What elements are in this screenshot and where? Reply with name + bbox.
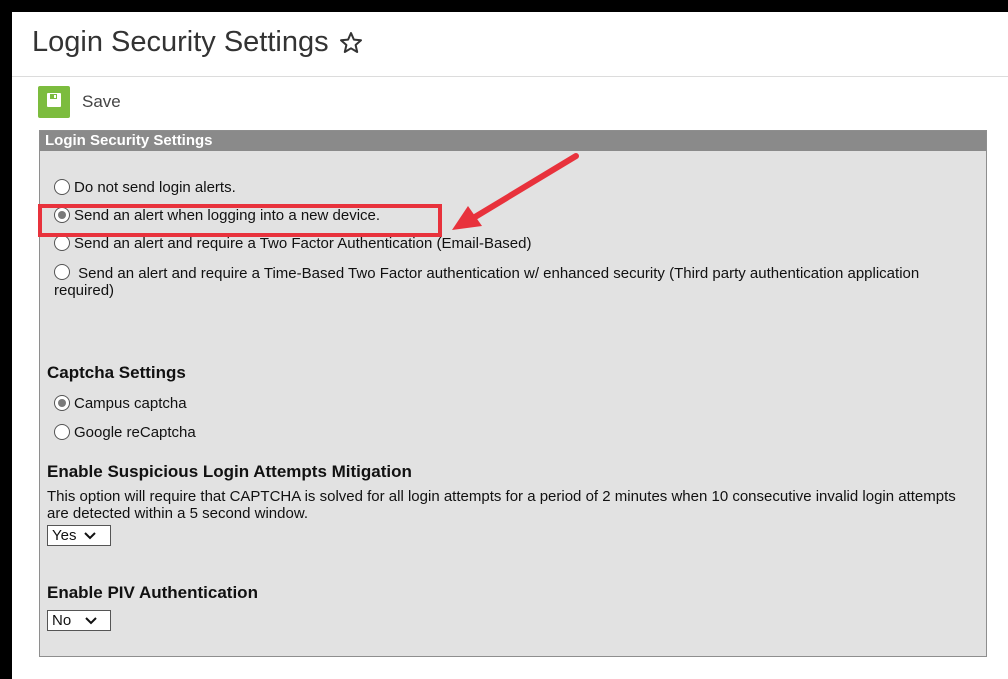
piv-authentication-title: Enable PIV Authentication (47, 583, 258, 602)
page-title-text: Login Security Settings (32, 26, 329, 58)
option-label: Send an alert and require a Two Factor A… (74, 235, 532, 252)
radio-button[interactable] (54, 264, 70, 280)
suspicious-login-select[interactable]: Yes (47, 525, 111, 546)
suspicious-login-description: This option will require that CAPTCHA is… (47, 488, 956, 522)
suspicious-login-title: Enable Suspicious Login Attempts Mitigat… (47, 462, 412, 481)
captcha-option-campus[interactable]: Campus captcha (54, 395, 187, 412)
alert-option-time-based-2fa[interactable]: Send an alert and require a Time-Based T… (54, 264, 974, 299)
panel-header: Login Security Settings (40, 131, 986, 151)
star-icon[interactable] (339, 31, 363, 55)
option-label: Do not send login alerts. (74, 179, 236, 196)
select-value: Yes (52, 527, 77, 544)
alert-option-none[interactable]: Do not send login alerts. (54, 179, 236, 196)
option-label: Google reCaptcha (74, 424, 196, 441)
option-label: Send an alert when logging into a new de… (74, 207, 381, 224)
alert-option-new-device[interactable]: Send an alert when logging into a new de… (54, 207, 380, 224)
option-label: Send an alert and require a Time-Based T… (54, 265, 920, 299)
chevron-down-icon (85, 616, 97, 625)
select-value: No (52, 612, 72, 629)
captcha-settings-title: Captcha Settings (47, 363, 186, 382)
option-label: Campus captcha (74, 395, 187, 412)
piv-authentication-select[interactable]: No (47, 610, 111, 631)
page-title: Login Security Settings (32, 26, 363, 59)
save-label[interactable]: Save (82, 92, 121, 112)
toolbar: Save (38, 86, 121, 118)
radio-button[interactable] (54, 179, 70, 195)
captcha-option-google[interactable]: Google reCaptcha (54, 424, 196, 441)
chevron-down-icon (84, 531, 97, 540)
save-button[interactable] (38, 86, 70, 118)
radio-button[interactable] (54, 424, 70, 440)
login-security-panel: Login Security Settings Do not send logi… (39, 130, 987, 657)
alert-option-email-2fa[interactable]: Send an alert and require a Two Factor A… (54, 235, 531, 252)
radio-button[interactable] (54, 395, 70, 411)
radio-button[interactable] (54, 235, 70, 251)
page-header: Login Security Settings (12, 12, 1008, 77)
save-icon (46, 92, 62, 113)
radio-button[interactable] (54, 207, 70, 223)
page-frame: Login Security Settings Save Login Secur… (12, 12, 1008, 679)
